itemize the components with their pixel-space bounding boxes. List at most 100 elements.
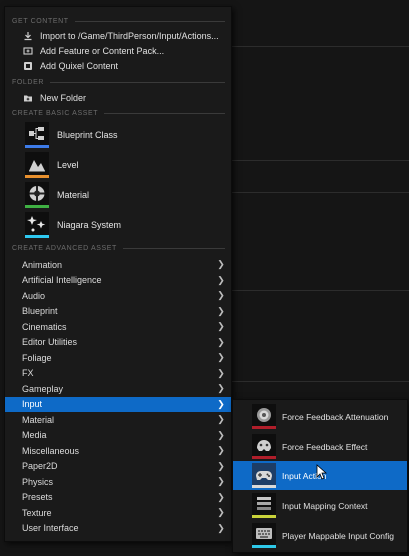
category-texture[interactable]: Texture ❯ — [5, 505, 231, 521]
mouse-cursor-icon — [316, 464, 327, 480]
force-feedback-effect-icon — [252, 434, 276, 459]
new-folder-icon — [23, 93, 33, 103]
category-audio[interactable]: Audio ❯ — [5, 288, 231, 304]
chevron-right-icon: ❯ — [217, 274, 225, 285]
category-label: Input — [22, 399, 43, 410]
menu-item-import[interactable]: Import to /Game/ThirdPerson/Input/Action… — [5, 28, 231, 43]
category-cinematics[interactable]: Cinematics ❯ — [5, 319, 231, 335]
chevron-right-icon: ❯ — [217, 522, 225, 533]
background-divider — [230, 46, 409, 47]
asset-blueprint-class[interactable]: Blueprint Class — [5, 120, 231, 149]
chevron-right-icon: ❯ — [217, 491, 225, 502]
section-header-folder: FOLDER — [12, 77, 225, 87]
category-label: Miscellaneous — [22, 445, 80, 456]
asset-material[interactable]: Material — [5, 180, 231, 209]
chevron-right-icon: ❯ — [217, 476, 225, 487]
section-header-create-advanced: CREATE ADVANCED ASSET — [12, 243, 225, 253]
force-feedback-attenuation-icon — [252, 404, 276, 429]
submenu-force-feedback-attenuation[interactable]: Force Feedback Attenuation — [233, 402, 407, 431]
category-paper2d[interactable]: Paper2D ❯ — [5, 459, 231, 475]
category-label: Audio — [22, 290, 46, 301]
chevron-right-icon: ❯ — [217, 414, 225, 425]
category-label: Paper2D — [22, 461, 58, 472]
chevron-right-icon: ❯ — [217, 259, 225, 270]
level-icon — [25, 151, 49, 178]
category-label: Foliage — [22, 352, 52, 363]
category-artificial-intelligence[interactable]: Artificial Intelligence ❯ — [5, 273, 231, 289]
menu-item-label: Import to /Game/ThirdPerson/Input/Action… — [40, 30, 219, 41]
chevron-right-icon: ❯ — [217, 460, 225, 471]
category-label: Editor Utilities — [22, 337, 78, 348]
category-material[interactable]: Material ❯ — [5, 412, 231, 428]
chevron-right-icon: ❯ — [217, 321, 225, 332]
section-header-get-content: GET CONTENT — [12, 16, 225, 26]
category-miscellaneous[interactable]: Miscellaneous ❯ — [5, 443, 231, 459]
background-divider — [230, 192, 409, 193]
category-label: Physics — [22, 476, 54, 487]
category-label: FX — [22, 368, 34, 379]
background-divider — [230, 290, 409, 291]
category-user-interface[interactable]: User Interface ❯ — [5, 521, 231, 537]
category-gameplay[interactable]: Gameplay ❯ — [5, 381, 231, 397]
submenu-label: Force Feedback Effect — [282, 441, 368, 452]
chevron-right-icon: ❯ — [217, 336, 225, 347]
chevron-right-icon: ❯ — [217, 352, 225, 363]
category-media[interactable]: Media ❯ — [5, 428, 231, 444]
category-animation[interactable]: Animation ❯ — [5, 257, 231, 273]
category-label: Material — [22, 414, 55, 425]
niagara-system-icon — [25, 211, 49, 238]
background-divider — [230, 381, 409, 382]
submenu-label: Player Mappable Input Config — [282, 530, 394, 541]
quixel-icon — [23, 61, 33, 71]
category-input[interactable]: Input ❯ — [5, 396, 231, 412]
input-action-icon — [252, 463, 276, 488]
asset-label: Material — [57, 189, 90, 200]
category-label: Presets — [22, 492, 53, 503]
category-label: Media — [22, 430, 47, 441]
chevron-right-icon: ❯ — [217, 398, 225, 409]
blueprint-class-icon — [25, 121, 49, 148]
submenu-input-mapping-context[interactable]: Input Mapping Context — [233, 491, 407, 520]
background-divider — [230, 160, 409, 161]
asset-niagara-system[interactable]: Niagara System — [5, 210, 231, 239]
menu-item-quixel[interactable]: Add Quixel Content — [5, 58, 231, 73]
material-icon — [25, 181, 49, 208]
category-label: Gameplay — [22, 383, 64, 394]
category-label: Animation — [22, 259, 63, 270]
chevron-right-icon: ❯ — [217, 290, 225, 301]
category-label: Texture — [22, 507, 52, 518]
menu-item-label: Add Quixel Content — [40, 60, 119, 71]
category-blueprint[interactable]: Blueprint ❯ — [5, 304, 231, 320]
category-label: Cinematics — [22, 321, 67, 332]
category-physics[interactable]: Physics ❯ — [5, 474, 231, 490]
category-label: User Interface — [22, 523, 79, 534]
menu-item-add-feature[interactable]: Add Feature or Content Pack... — [5, 43, 231, 58]
asset-level[interactable]: Level — [5, 150, 231, 179]
menu-item-label: New Folder — [40, 92, 87, 103]
chevron-right-icon: ❯ — [217, 507, 225, 518]
chevron-right-icon: ❯ — [217, 445, 225, 456]
submenu-label: Force Feedback Attenuation — [282, 411, 389, 422]
player-mappable-input-config-icon — [252, 523, 276, 548]
asset-label: Level — [57, 159, 79, 170]
menu-item-label: Add Feature or Content Pack... — [40, 45, 165, 56]
category-presets[interactable]: Presets ❯ — [5, 490, 231, 506]
chevron-right-icon: ❯ — [217, 367, 225, 378]
category-label: Artificial Intelligence — [22, 275, 102, 286]
chevron-right-icon: ❯ — [217, 429, 225, 440]
category-fx[interactable]: FX ❯ — [5, 366, 231, 382]
section-header-create-basic: CREATE BASIC ASSET — [12, 108, 225, 118]
category-label: Blueprint — [22, 306, 58, 317]
category-foliage[interactable]: Foliage ❯ — [5, 350, 231, 366]
asset-label: Blueprint Class — [57, 129, 118, 140]
submenu-player-mappable-input-config[interactable]: Player Mappable Input Config — [233, 521, 407, 550]
asset-label: Niagara System — [57, 219, 122, 230]
category-editor-utilities[interactable]: Editor Utilities ❯ — [5, 335, 231, 351]
input-mapping-context-icon — [252, 493, 276, 518]
add-feature-icon — [23, 46, 33, 56]
submenu-force-feedback-effect[interactable]: Force Feedback Effect — [233, 432, 407, 461]
submenu-label: Input Mapping Context — [282, 500, 368, 511]
chevron-right-icon: ❯ — [217, 305, 225, 316]
menu-item-new-folder[interactable]: New Folder — [5, 90, 231, 105]
add-asset-menu: GET CONTENT Import to /Game/ThirdPerson/… — [4, 6, 232, 542]
